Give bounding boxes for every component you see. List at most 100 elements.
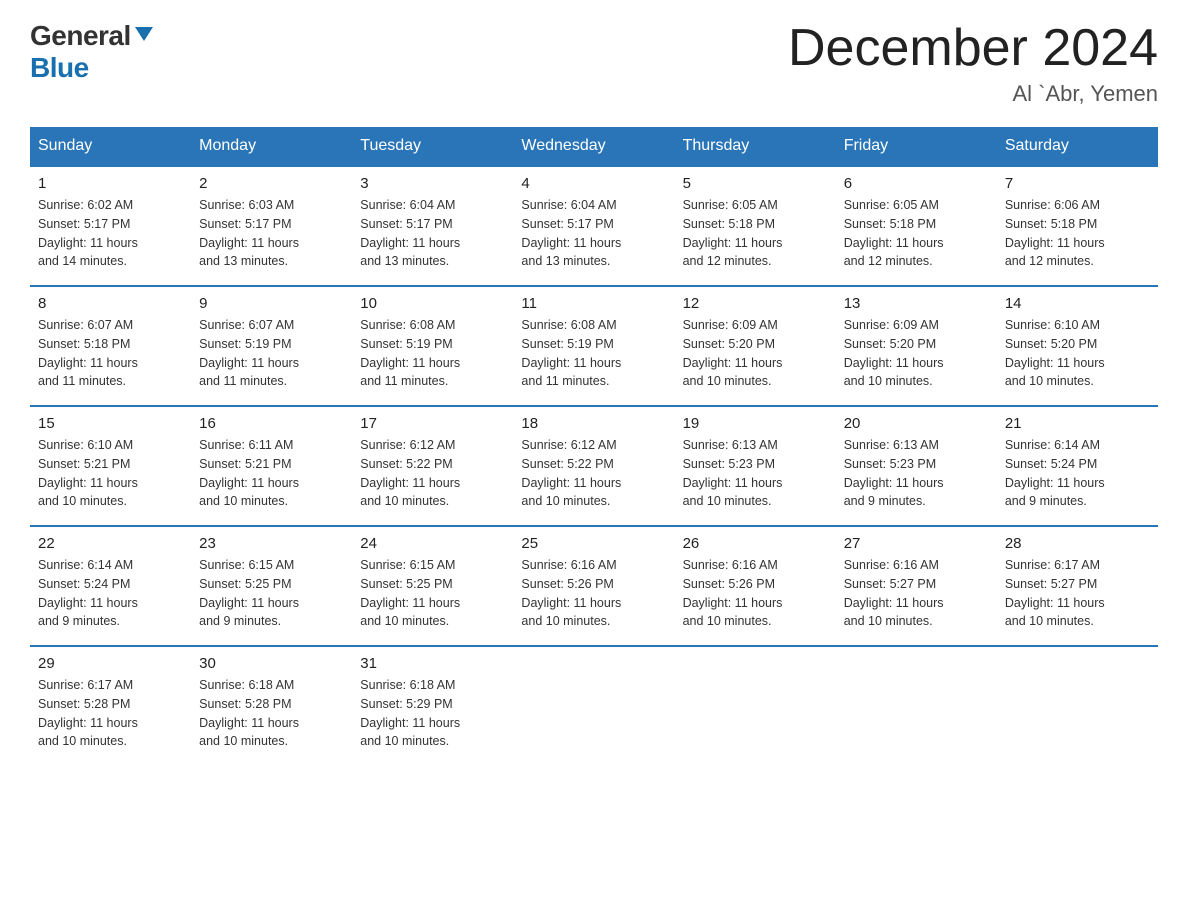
calendar-day-cell: 28Sunrise: 6:17 AM Sunset: 5:27 PM Dayli… <box>997 526 1158 646</box>
calendar-day-cell: 6 Sunrise: 6:05 AM Sunset: 5:18 PM Daylig… <box>836 166 997 286</box>
calendar-day-cell: 9 Sunrise: 6:07 AM Sunset: 5:19 PM Daylig… <box>191 286 352 406</box>
day-number: 5 <box>683 175 828 192</box>
day-info: Sunrise: 6:06 AM Sunset: 5:18 PM Dayligh… <box>1005 196 1150 271</box>
day-info: Sunrise: 6:04 AM Sunset: 5:17 PM Dayligh… <box>521 196 666 271</box>
day-number: 6 <box>844 175 989 192</box>
day-number: 2 <box>199 175 344 192</box>
day-info: Sunrise: 6:11 AM Sunset: 5:21 PM Dayligh… <box>199 436 344 511</box>
day-info: Sunrise: 6:16 AM Sunset: 5:26 PM Dayligh… <box>521 556 666 631</box>
calendar-day-cell <box>997 646 1158 765</box>
calendar-day-cell: 30 Sunrise: 6:18 AM Sunset: 5:28 PM Dayli… <box>191 646 352 765</box>
day-number: 31 <box>360 655 505 672</box>
day-number: 20 <box>844 415 989 432</box>
day-info: Sunrise: 6:07 AM Sunset: 5:19 PM Dayligh… <box>199 316 344 391</box>
calendar-day-cell: 31Sunrise: 6:18 AM Sunset: 5:29 PM Dayli… <box>352 646 513 765</box>
calendar-day-cell: 18Sunrise: 6:12 AM Sunset: 5:22 PM Dayli… <box>513 406 674 526</box>
day-number: 21 <box>1005 415 1150 432</box>
day-number: 24 <box>360 535 505 552</box>
calendar-day-cell: 21 Sunrise: 6:14 AM Sunset: 5:24 PM Dayli… <box>997 406 1158 526</box>
day-number: 27 <box>844 535 989 552</box>
day-info: Sunrise: 6:04 AM Sunset: 5:17 PM Dayligh… <box>360 196 505 271</box>
day-number: 19 <box>683 415 828 432</box>
calendar-week-row: 29 Sunrise: 6:17 AM Sunset: 5:28 PM Dayli… <box>30 646 1158 765</box>
calendar-day-cell: 7 Sunrise: 6:06 AM Sunset: 5:18 PM Daylig… <box>997 166 1158 286</box>
day-number: 30 <box>199 655 344 672</box>
calendar-day-cell: 25 Sunrise: 6:16 AM Sunset: 5:26 PM Dayli… <box>513 526 674 646</box>
day-info: Sunrise: 6:16 AM Sunset: 5:27 PM Dayligh… <box>844 556 989 631</box>
calendar-day-cell: 27 Sunrise: 6:16 AM Sunset: 5:27 PM Dayli… <box>836 526 997 646</box>
day-info: Sunrise: 6:07 AM Sunset: 5:18 PM Dayligh… <box>38 316 183 391</box>
calendar-day-cell: 16 Sunrise: 6:11 AM Sunset: 5:21 PM Dayli… <box>191 406 352 526</box>
calendar-week-row: 1 Sunrise: 6:02 AM Sunset: 5:17 PM Daylig… <box>30 166 1158 286</box>
calendar-day-cell: 23 Sunrise: 6:15 AM Sunset: 5:25 PM Dayli… <box>191 526 352 646</box>
title-block: December 2024 Al `Abr, Yemen <box>788 20 1158 107</box>
day-info: Sunrise: 6:08 AM Sunset: 5:19 PM Dayligh… <box>360 316 505 391</box>
logo: General Blue <box>30 20 155 84</box>
calendar-day-cell: 20Sunrise: 6:13 AM Sunset: 5:23 PM Dayli… <box>836 406 997 526</box>
calendar-day-cell: 10 Sunrise: 6:08 AM Sunset: 5:19 PM Dayli… <box>352 286 513 406</box>
weekday-header-cell: Wednesday <box>513 127 674 166</box>
weekday-header-cell: Friday <box>836 127 997 166</box>
day-number: 22 <box>38 535 183 552</box>
day-number: 12 <box>683 295 828 312</box>
day-info: Sunrise: 6:02 AM Sunset: 5:17 PM Dayligh… <box>38 196 183 271</box>
calendar-day-cell: 3 Sunrise: 6:04 AM Sunset: 5:17 PM Daylig… <box>352 166 513 286</box>
calendar-day-cell: 8 Sunrise: 6:07 AM Sunset: 5:18 PM Daylig… <box>30 286 191 406</box>
calendar-day-cell: 5 Sunrise: 6:05 AM Sunset: 5:18 PM Daylig… <box>675 166 836 286</box>
calendar-day-cell: 26Sunrise: 6:16 AM Sunset: 5:26 PM Dayli… <box>675 526 836 646</box>
day-info: Sunrise: 6:13 AM Sunset: 5:23 PM Dayligh… <box>683 436 828 511</box>
location-title: Al `Abr, Yemen <box>788 81 1158 107</box>
day-info: Sunrise: 6:14 AM Sunset: 5:24 PM Dayligh… <box>1005 436 1150 511</box>
day-number: 29 <box>38 655 183 672</box>
month-title: December 2024 <box>788 20 1158 77</box>
calendar-day-cell: 4 Sunrise: 6:04 AM Sunset: 5:17 PM Daylig… <box>513 166 674 286</box>
day-info: Sunrise: 6:08 AM Sunset: 5:19 PM Dayligh… <box>521 316 666 391</box>
day-info: Sunrise: 6:05 AM Sunset: 5:18 PM Dayligh… <box>844 196 989 271</box>
day-number: 17 <box>360 415 505 432</box>
calendar-day-cell: 11 Sunrise: 6:08 AM Sunset: 5:19 PM Dayli… <box>513 286 674 406</box>
calendar-day-cell: 2 Sunrise: 6:03 AM Sunset: 5:17 PM Daylig… <box>191 166 352 286</box>
page-header: General Blue December 2024 Al `Abr, Yeme… <box>30 20 1158 107</box>
day-number: 4 <box>521 175 666 192</box>
logo-blue-text: Blue <box>30 52 89 83</box>
day-info: Sunrise: 6:15 AM Sunset: 5:25 PM Dayligh… <box>199 556 344 631</box>
day-info: Sunrise: 6:18 AM Sunset: 5:28 PM Dayligh… <box>199 676 344 751</box>
day-number: 7 <box>1005 175 1150 192</box>
day-number: 26 <box>683 535 828 552</box>
calendar-week-row: 15Sunrise: 6:10 AM Sunset: 5:21 PM Dayli… <box>30 406 1158 526</box>
weekday-header-cell: Tuesday <box>352 127 513 166</box>
weekday-header-cell: Sunday <box>30 127 191 166</box>
day-info: Sunrise: 6:17 AM Sunset: 5:28 PM Dayligh… <box>38 676 183 751</box>
day-number: 14 <box>1005 295 1150 312</box>
weekday-header-cell: Monday <box>191 127 352 166</box>
day-number: 1 <box>38 175 183 192</box>
day-info: Sunrise: 6:05 AM Sunset: 5:18 PM Dayligh… <box>683 196 828 271</box>
day-number: 9 <box>199 295 344 312</box>
logo-general-text: General <box>30 20 131 52</box>
calendar-day-cell: 13Sunrise: 6:09 AM Sunset: 5:20 PM Dayli… <box>836 286 997 406</box>
day-number: 25 <box>521 535 666 552</box>
day-info: Sunrise: 6:03 AM Sunset: 5:17 PM Dayligh… <box>199 196 344 271</box>
calendar-day-cell: 19 Sunrise: 6:13 AM Sunset: 5:23 PM Dayli… <box>675 406 836 526</box>
day-number: 11 <box>521 295 666 312</box>
day-number: 16 <box>199 415 344 432</box>
day-number: 10 <box>360 295 505 312</box>
calendar-day-cell: 22 Sunrise: 6:14 AM Sunset: 5:24 PM Dayli… <box>30 526 191 646</box>
day-info: Sunrise: 6:17 AM Sunset: 5:27 PM Dayligh… <box>1005 556 1150 631</box>
calendar-table: SundayMondayTuesdayWednesdayThursdayFrid… <box>30 127 1158 765</box>
calendar-body: 1 Sunrise: 6:02 AM Sunset: 5:17 PM Daylig… <box>30 166 1158 765</box>
day-number: 13 <box>844 295 989 312</box>
day-number: 23 <box>199 535 344 552</box>
day-number: 8 <box>38 295 183 312</box>
calendar-day-cell: 17 Sunrise: 6:12 AM Sunset: 5:22 PM Dayli… <box>352 406 513 526</box>
day-info: Sunrise: 6:15 AM Sunset: 5:25 PM Dayligh… <box>360 556 505 631</box>
day-info: Sunrise: 6:09 AM Sunset: 5:20 PM Dayligh… <box>683 316 828 391</box>
day-number: 3 <box>360 175 505 192</box>
day-info: Sunrise: 6:12 AM Sunset: 5:22 PM Dayligh… <box>521 436 666 511</box>
logo-arrow-icon <box>133 23 155 45</box>
day-info: Sunrise: 6:12 AM Sunset: 5:22 PM Dayligh… <box>360 436 505 511</box>
day-info: Sunrise: 6:14 AM Sunset: 5:24 PM Dayligh… <box>38 556 183 631</box>
weekday-header-cell: Thursday <box>675 127 836 166</box>
calendar-week-row: 8 Sunrise: 6:07 AM Sunset: 5:18 PM Daylig… <box>30 286 1158 406</box>
calendar-day-cell: 15Sunrise: 6:10 AM Sunset: 5:21 PM Dayli… <box>30 406 191 526</box>
